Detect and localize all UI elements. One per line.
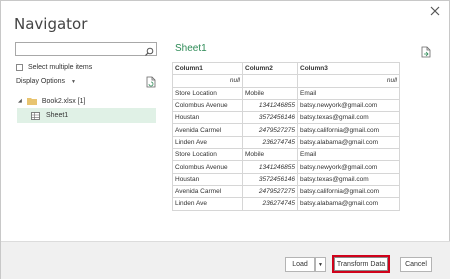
dialog-title: Navigator	[14, 15, 88, 33]
workbook-label: Book2.xlsx [1]	[41, 97, 86, 105]
load-button[interactable]: Load	[285, 257, 315, 272]
display-options-dropdown[interactable]: Display Options ▼	[16, 78, 76, 85]
tree-item-sheet1[interactable]: Sheet1	[17, 108, 156, 123]
select-multiple-toggle[interactable]: Select multiple items	[16, 62, 92, 72]
collapse-triangle-icon[interactable]: ◢	[18, 98, 22, 104]
table-cell: 236274745	[242, 197, 298, 211]
close-icon[interactable]	[429, 5, 441, 17]
preview-table: Column1 Column2 Column3 null null Store …	[172, 61, 400, 211]
table-cell: Store Location	[172, 148, 243, 162]
transform-data-label: Transform Data	[334, 257, 388, 271]
table-cell: batsy.newyork@gmail.com	[297, 160, 400, 174]
table-cell: null	[172, 74, 243, 88]
export-document-icon[interactable]	[421, 45, 431, 58]
table-cell: 3572456146	[242, 172, 298, 186]
select-multiple-label: Select multiple items	[28, 63, 93, 71]
refresh-preview-icon[interactable]	[146, 75, 156, 88]
table-row: Linden Ave 236274745 batsy.alabama@gmail…	[172, 197, 400, 211]
table-row: Store Location Mobile Email	[172, 86, 400, 100]
table-cell: Linden Ave	[172, 135, 243, 150]
table-cell: Houstan	[172, 111, 243, 125]
table-row: Houstan 3572456146 batsy.texas@gmail.com	[172, 172, 400, 186]
table-cell: 1341246855	[242, 160, 298, 174]
table-cell: batsy.alabama@gmail.com	[297, 135, 400, 150]
table-cell: 3572456146	[242, 111, 298, 125]
column-header: Column3	[297, 61, 400, 76]
table-cell: null	[297, 74, 400, 88]
table-cell: batsy.newyork@gmail.com	[297, 98, 400, 113]
table-cell: Mobile	[242, 148, 298, 162]
table-cell: Linden Ave	[172, 197, 243, 211]
table-icon	[31, 111, 40, 120]
transform-data-button[interactable]: Transform Data	[332, 255, 390, 273]
caret-down-icon: ▼	[71, 78, 76, 85]
table-cell: Mobile	[242, 86, 298, 100]
table-cell: batsy.texas@gmail.com	[297, 111, 400, 125]
table-cell: 2479527275	[242, 123, 298, 137]
column-header: Column1	[172, 61, 243, 76]
caret-down-icon: ▼	[318, 261, 323, 268]
table-row: Avenida Carmel 2479527275 batsy.californ…	[172, 184, 400, 199]
table-row: Colombus Avenue 1341246855 batsy.newyork…	[172, 160, 400, 174]
table-cell: Email	[297, 148, 400, 162]
folder-icon	[26, 97, 37, 105]
table-cell: Avenida Carmel	[172, 184, 243, 199]
table-cell: 1341246855	[242, 98, 298, 113]
table-cell: 236274745	[242, 135, 298, 150]
display-options-label: Display Options	[16, 78, 66, 85]
table-cell: Email	[297, 86, 400, 100]
table-cell: batsy.alabama@gmail.com	[297, 197, 400, 211]
table-cell: Avenida Carmel	[172, 123, 243, 137]
table-cell: Colombus Avenue	[172, 98, 243, 113]
cancel-button[interactable]: Cancel	[400, 257, 432, 272]
table-row: Avenida Carmel 2479527275 batsy.californ…	[172, 123, 400, 137]
preview-title: Sheet1	[175, 43, 207, 54]
sheet-label: Sheet1	[46, 112, 69, 119]
table-cell: Store Location	[172, 86, 243, 100]
search-input[interactable]	[15, 42, 157, 56]
table-cell: Houstan	[172, 172, 243, 186]
table-cell: batsy.texas@gmail.com	[297, 172, 400, 186]
dialog-footer: Load ▼ Transform Data Cancel	[1, 241, 450, 279]
table-cell: 2479527275	[242, 184, 298, 199]
search-icon[interactable]	[144, 44, 154, 56]
table-row: null null	[172, 74, 400, 88]
table-row: Colombus Avenue 1341246855 batsy.newyork…	[172, 98, 400, 113]
table-cell: batsy.california@gmail.com	[297, 123, 400, 137]
column-header: Column2	[242, 61, 298, 76]
tree-item-workbook[interactable]: ◢ Book2.xlsx [1]	[18, 96, 85, 106]
table-row: Linden Ave 236274745 batsy.alabama@gmail…	[172, 135, 400, 150]
load-dropdown-button[interactable]: ▼	[315, 257, 326, 272]
select-multiple-checkbox[interactable]	[16, 63, 23, 71]
table-row: Store Location Mobile Email	[172, 148, 400, 162]
table-cell: Colombus Avenue	[172, 160, 243, 174]
table-header-row: Column1 Column2 Column3	[172, 61, 400, 76]
table-cell	[242, 74, 298, 88]
navigator-dialog: Navigator Select multiple items Display …	[0, 0, 450, 279]
table-cell: batsy.california@gmail.com	[297, 184, 400, 199]
table-row: Houstan 3572456146 batsy.texas@gmail.com	[172, 111, 400, 125]
